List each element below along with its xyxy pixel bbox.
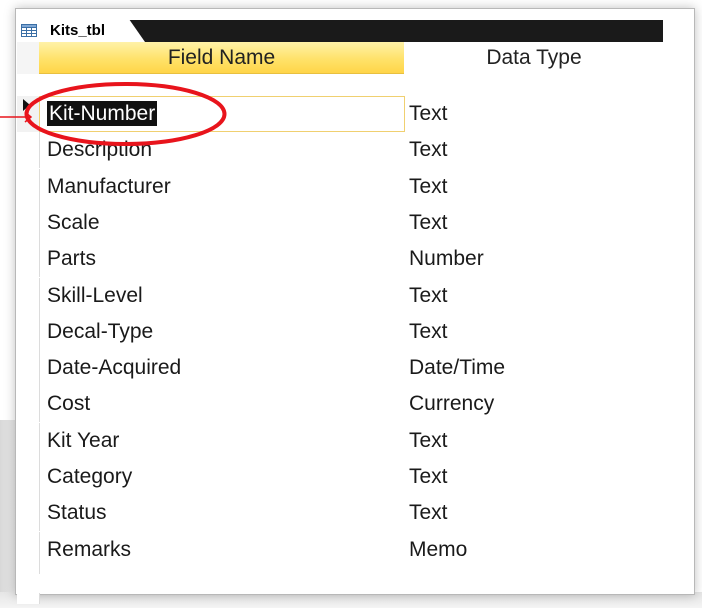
data-type-cell[interactable]: Text xyxy=(409,169,448,205)
table-row[interactable]: Skill-Level Text xyxy=(17,277,663,314)
table-row[interactable]: Manufacturer Text xyxy=(17,168,663,205)
data-type-cell[interactable]: Text xyxy=(409,132,448,168)
field-name-cell[interactable]: Decal-Type xyxy=(47,314,153,350)
field-name-text: Date-Acquired xyxy=(47,356,182,380)
table-row[interactable]: Status Text xyxy=(17,495,663,532)
data-type-cell[interactable]: Date/Time xyxy=(409,350,505,386)
data-type-cell[interactable]: Text xyxy=(409,459,448,495)
field-name-cell[interactable]: Skill-Level xyxy=(47,278,143,314)
document-tab-strip: Kits_tbl xyxy=(17,20,663,42)
column-header-data-type[interactable]: Data Type xyxy=(405,42,663,73)
field-name-text: Skill-Level xyxy=(47,283,143,307)
row-selector[interactable] xyxy=(17,531,40,568)
field-name-text: Category xyxy=(47,465,133,488)
row-selector[interactable] xyxy=(17,350,40,387)
table-row[interactable]: Kit Year Text xyxy=(17,422,663,459)
design-grid-header: Field Name Data Type xyxy=(17,42,663,74)
row-selector[interactable] xyxy=(17,204,40,241)
field-name-cell[interactable]: Kit Year xyxy=(47,423,119,459)
data-type-cell[interactable]: Text xyxy=(409,205,448,241)
field-name-cell[interactable]: Remarks xyxy=(47,532,131,568)
tab-label: Kits_tbl xyxy=(50,22,106,39)
field-name-cell[interactable]: Parts xyxy=(47,241,96,277)
data-type-cell[interactable]: Text xyxy=(409,278,448,314)
field-name-text: Cost xyxy=(47,392,91,416)
table-row[interactable]: Remarks Memo xyxy=(17,531,663,568)
row-selector[interactable] xyxy=(17,495,40,532)
data-type-cell[interactable]: Text xyxy=(409,495,448,531)
field-name-text: Manufacturer xyxy=(47,174,171,198)
data-type-cell[interactable]: Text xyxy=(409,423,448,459)
table-row[interactable]: Scale Text xyxy=(17,204,663,241)
field-name-text: Parts xyxy=(47,247,97,271)
field-name-cell[interactable]: Status xyxy=(47,495,107,531)
data-type-cell[interactable]: Text xyxy=(409,314,448,350)
data-type-cell[interactable]: Currency xyxy=(409,386,494,422)
data-type-cell[interactable]: Number xyxy=(409,241,484,277)
field-name-cell[interactable]: Cost xyxy=(47,386,90,422)
field-name-cell[interactable]: Category xyxy=(47,459,132,495)
grid-bottom-edge xyxy=(17,574,663,593)
field-name-cell[interactable]: Date-Acquired xyxy=(47,350,181,386)
table-row[interactable]: Parts Number xyxy=(17,241,663,278)
field-name-text: Decal-Type xyxy=(47,319,154,343)
row-selector[interactable] xyxy=(17,313,40,350)
data-type-cell[interactable]: Text xyxy=(409,96,448,132)
field-name-cell[interactable]: Scale xyxy=(47,205,100,241)
data-type-cell[interactable]: Memo xyxy=(409,532,467,568)
row-selector[interactable] xyxy=(17,422,40,459)
red-highlight-oval xyxy=(24,82,227,146)
field-name-text: Remarks xyxy=(47,537,132,561)
header-row-selector xyxy=(17,42,40,74)
row-selector[interactable] xyxy=(17,386,40,423)
screenshot-stage: Kits_tbl Field Name Data Type Kit-Number… xyxy=(0,0,702,608)
column-header-field-name[interactable]: Field Name xyxy=(39,42,404,74)
table-row[interactable]: Category Text xyxy=(17,459,663,495)
field-name-text: Scale xyxy=(47,210,100,234)
field-name-text: Kit Year xyxy=(47,428,120,452)
table-row[interactable]: Date-Acquired Date/Time xyxy=(17,350,663,387)
field-name-text: Status xyxy=(47,501,107,525)
table-row[interactable]: Decal-Type Text xyxy=(17,313,663,350)
tab-kits-tbl[interactable]: Kits_tbl xyxy=(17,20,145,42)
table-row[interactable]: Cost Currency xyxy=(17,386,663,423)
row-selector[interactable] xyxy=(17,241,40,278)
field-name-cell[interactable]: Manufacturer xyxy=(47,169,171,205)
table-icon xyxy=(21,24,37,37)
row-selector[interactable] xyxy=(17,459,40,495)
row-selector[interactable] xyxy=(17,277,40,314)
row-selector[interactable] xyxy=(17,168,40,205)
